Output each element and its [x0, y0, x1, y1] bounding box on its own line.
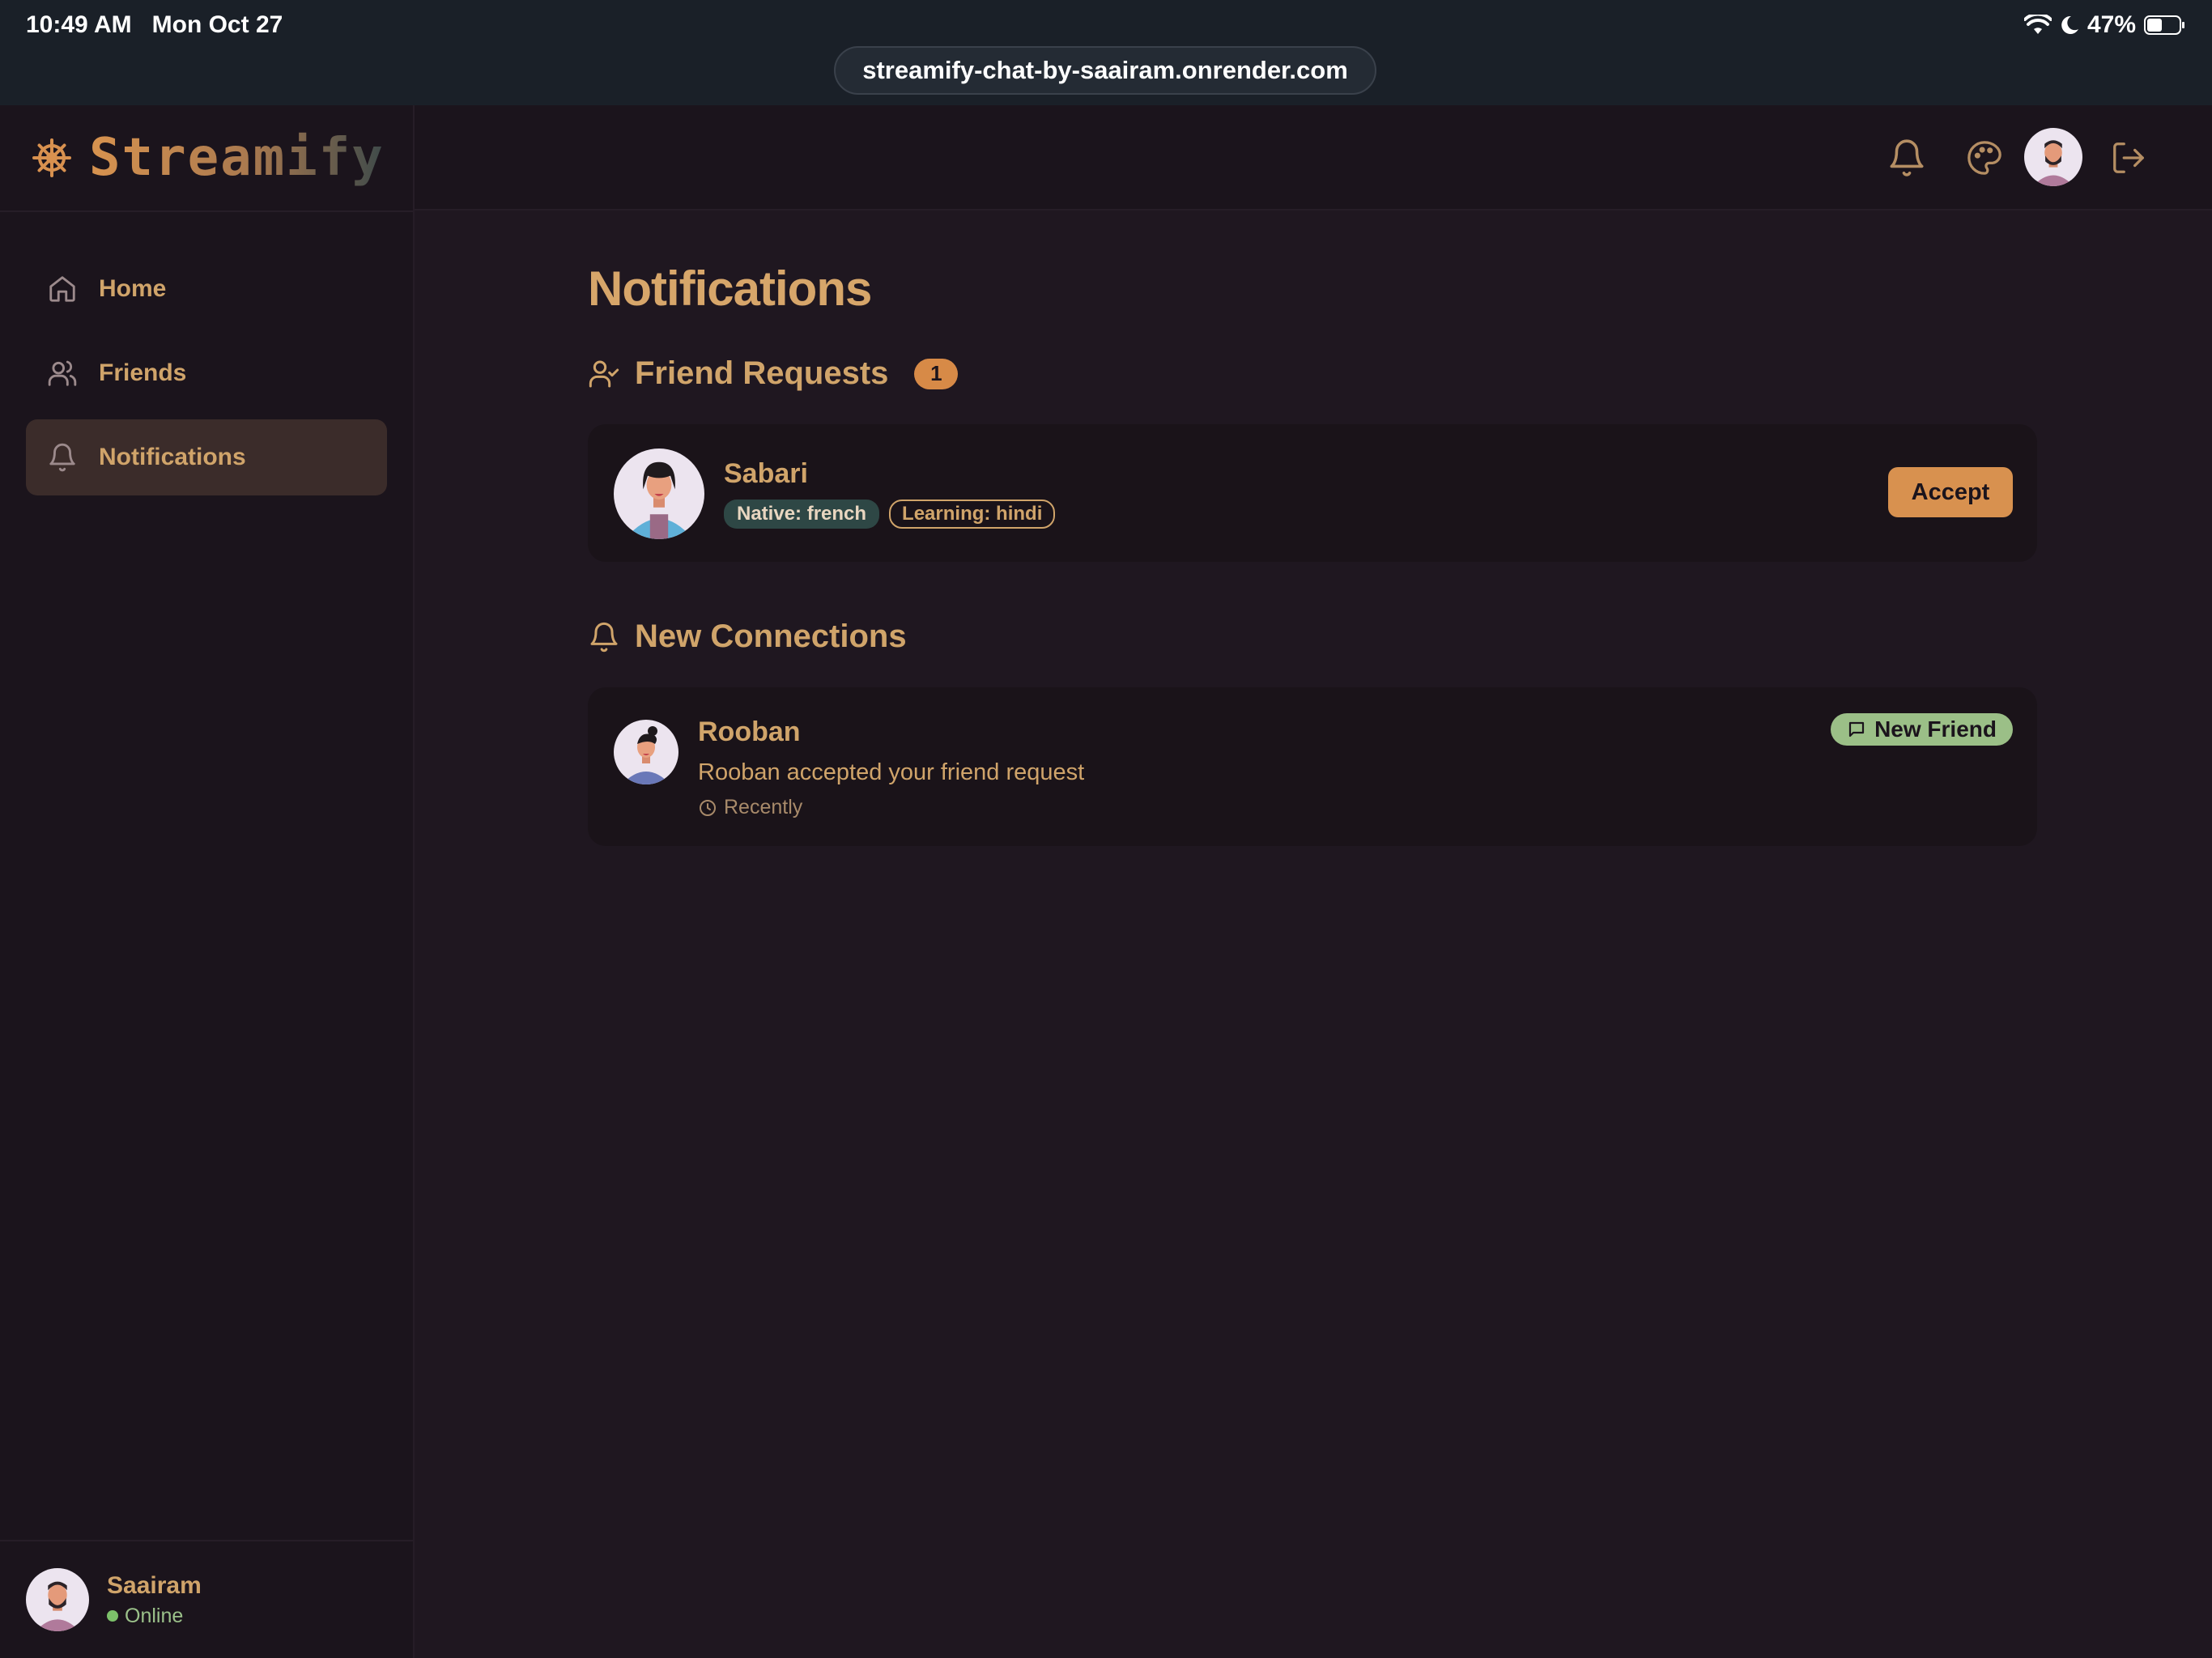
language-tags: Native: french Learning: hindi: [724, 500, 1056, 529]
message-square-icon: [1848, 721, 1865, 738]
status-right: 47%: [2023, 11, 2186, 39]
home-icon: [49, 276, 75, 302]
status-label: Online: [125, 1604, 184, 1627]
new-connections-heading: New Connections: [588, 619, 2037, 655]
accept-button[interactable]: Accept: [1888, 467, 2013, 517]
wifi-icon: [2023, 15, 2052, 34]
user-status: Online: [107, 1605, 202, 1628]
connection-card: Rooban Rooban accepted your friend reque…: [588, 687, 2037, 846]
top-header: [415, 105, 2212, 210]
brand-name: Streamify: [89, 128, 385, 188]
section-title: Friend Requests: [635, 355, 889, 391]
logout-icon[interactable]: [2100, 130, 2157, 186]
connection-time: Recently: [698, 796, 1084, 819]
status-time: 10:49 AM Mon Oct 27: [26, 11, 283, 39]
learning-language-tag: Learning: hindi: [889, 500, 1056, 529]
date: Mon Oct 27: [151, 11, 283, 38]
sidebar-item-label: Friends: [99, 359, 187, 386]
ship-wheel-icon: [32, 138, 71, 177]
clock-icon: [700, 799, 716, 816]
page-title: Notifications: [588, 261, 872, 316]
sidebar-item-friends[interactable]: Friends: [26, 335, 387, 411]
moon-icon: [2061, 15, 2078, 34]
bell-icon: [590, 622, 618, 652]
sidebar-item-home[interactable]: Home: [26, 251, 387, 327]
request-info: Sabari Native: french Learning: hindi: [724, 458, 1056, 529]
sidebar-user[interactable]: Saairam Online: [0, 1540, 413, 1658]
avatar[interactable]: [2024, 128, 2082, 186]
connection-name: Rooban: [698, 716, 801, 747]
users-icon: [48, 360, 77, 386]
sidebar: Streamify Home Friends Notifications Saa…: [0, 105, 415, 1658]
requester-name: Sabari: [724, 458, 808, 489]
new-friend-badge: New Friend: [1831, 713, 2013, 746]
avatar: [26, 1568, 89, 1631]
sidebar-item-notifications[interactable]: Notifications: [26, 419, 387, 495]
sidebar-nav: Home Friends Notifications: [26, 251, 387, 504]
bell-icon: [49, 443, 75, 472]
main-content: Notifications Friend Requests 1 Sabari N…: [588, 210, 2037, 846]
sidebar-item-label: Home: [99, 275, 167, 302]
user-check-icon: [589, 360, 619, 387]
battery-percent: 47%: [2087, 11, 2136, 38]
status-bar: 10:49 AM Mon Oct 27 47% streamify-chat-b…: [0, 0, 2212, 105]
palette-icon[interactable]: [1956, 130, 2013, 186]
avatar: [614, 449, 704, 539]
online-dot-icon: [107, 1610, 118, 1622]
time-label: Recently: [724, 796, 803, 818]
badge-label: New Friend: [1874, 716, 1997, 742]
friend-request-card: Sabari Native: french Learning: hindi Acc…: [588, 424, 2037, 562]
count-badge: 1: [914, 358, 959, 389]
url-bar[interactable]: streamify-chat-by-saairam.onrender.com: [834, 46, 1376, 95]
avatar: [614, 720, 678, 784]
sidebar-item-label: Notifications: [99, 444, 246, 470]
user-name: Saairam: [107, 1571, 202, 1599]
friend-requests-heading: Friend Requests 1: [588, 355, 2037, 392]
connection-info: Rooban Rooban accepted your friend reque…: [698, 716, 1084, 819]
connection-message: Rooban accepted your friend request: [698, 759, 1085, 785]
brand[interactable]: Streamify: [0, 105, 413, 212]
clock: 10:49 AM: [26, 11, 132, 38]
bell-icon[interactable]: [1878, 130, 1935, 186]
section-title: New Connections: [635, 619, 907, 654]
battery-icon: [2144, 15, 2184, 35]
native-language-tag: Native: french: [724, 500, 880, 529]
